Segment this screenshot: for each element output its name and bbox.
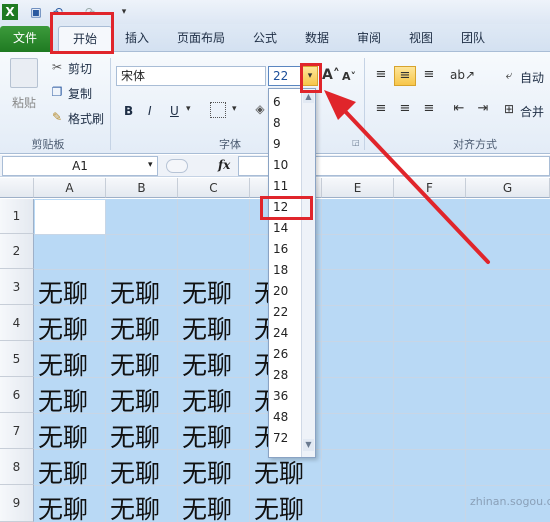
annotation-arrow bbox=[324, 90, 490, 264]
watermark: zhinan.sogou.com bbox=[470, 495, 550, 508]
